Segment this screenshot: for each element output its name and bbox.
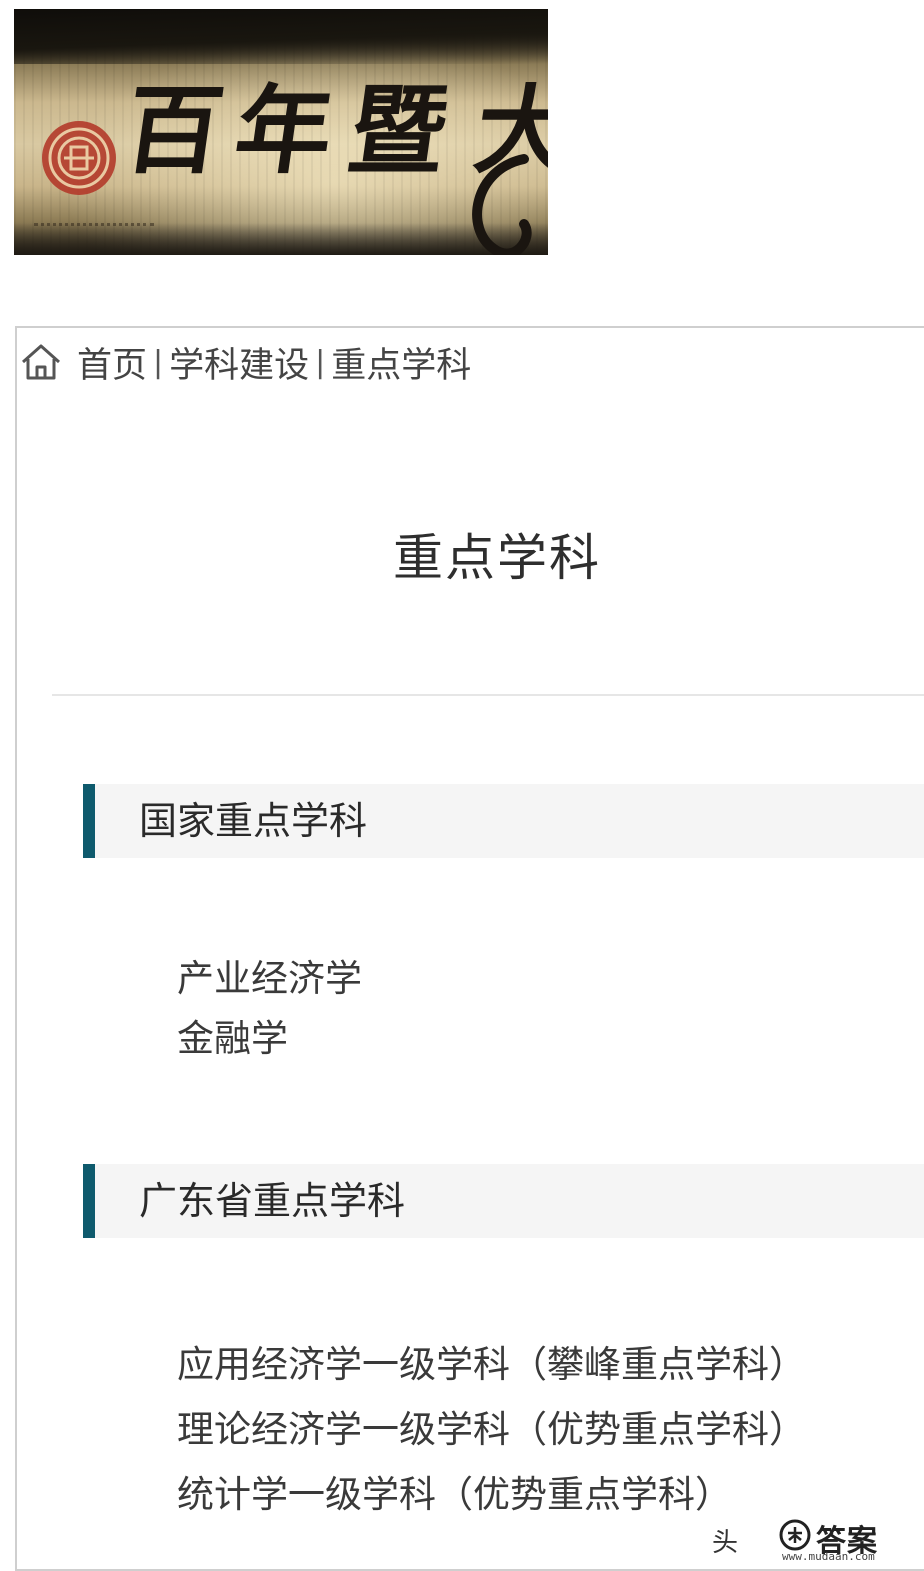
list-item[interactable]: 金融学 [177, 1020, 288, 1057]
breadcrumb-current-page[interactable]: 重点学科 [331, 337, 471, 388]
section-header-provincial: 广东省重点学科 [83, 1164, 924, 1238]
university-seal-logo [42, 121, 116, 195]
breadcrumb-separator: | [315, 344, 326, 380]
watermark-logo-icon [779, 1519, 811, 1551]
watermark-glyph: 头 [712, 1528, 739, 1558]
title-divider [52, 694, 924, 696]
seal-caption [34, 223, 154, 233]
breadcrumb-home-link[interactable]: 首页 [77, 337, 147, 388]
list-item[interactable]: 理论经济学一级学科（优势重点学科） [177, 1411, 806, 1448]
calligraphy-char: 百 [118, 74, 231, 187]
home-icon[interactable] [19, 342, 63, 382]
watermark-url: www.mudaan.com [782, 1550, 875, 1563]
page-title: 重点学科 [393, 529, 601, 587]
content-panel: 首页 | 学科建设 | 重点学科 重点学科 国家重点学科 产业经济学 金融学 广… [15, 326, 924, 1571]
calligraphy-char: 暨 [342, 74, 455, 187]
breadcrumb-discipline-link[interactable]: 学科建设 [169, 337, 309, 388]
breadcrumb-separator: | [153, 344, 164, 380]
header-banner: 百 年 暨 大 [14, 9, 548, 255]
list-item[interactable]: 产业经济学 [177, 960, 362, 997]
list-item[interactable]: 应用经济学一级学科（攀峰重点学科） [177, 1346, 806, 1383]
banner-shadow-top [14, 9, 548, 64]
brush-stroke-decoration [472, 154, 532, 255]
section-title: 广东省重点学科 [139, 1179, 406, 1223]
site-watermark: 头 答案 www.mudaan.com [712, 1516, 902, 1564]
calligraphy-char: 年 [228, 74, 341, 187]
section-title: 国家重点学科 [139, 799, 368, 843]
list-item[interactable]: 统计学一级学科（优势重点学科） [177, 1476, 732, 1513]
section-header-national: 国家重点学科 [83, 784, 924, 858]
breadcrumb: 首页 | 学科建设 | 重点学科 [19, 340, 471, 386]
